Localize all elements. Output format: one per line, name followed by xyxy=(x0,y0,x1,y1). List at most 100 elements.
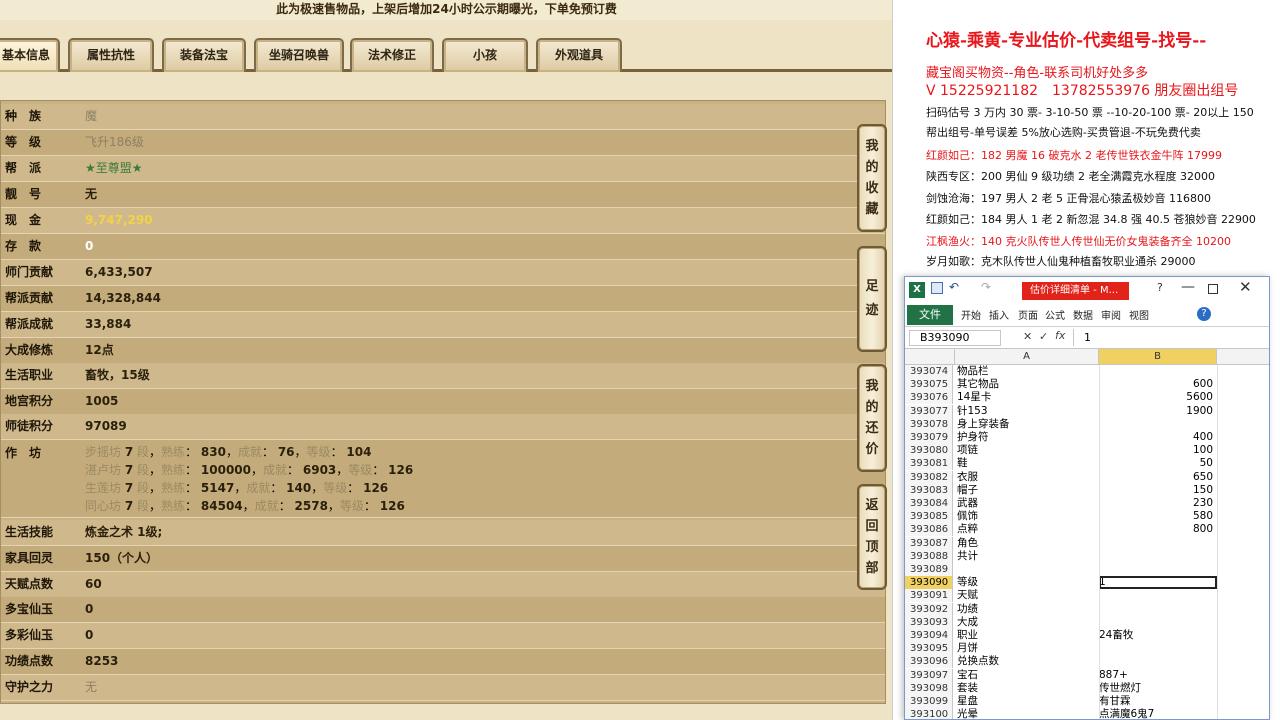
cell-a[interactable]: 宝石 xyxy=(955,669,1099,682)
row-number[interactable]: 393090 xyxy=(905,576,953,590)
cell-a[interactable]: 角色 xyxy=(955,537,1099,550)
column-header-a[interactable]: A xyxy=(955,349,1099,364)
ribbon-tab-data[interactable]: 数据 xyxy=(1073,307,1093,322)
cell-a[interactable]: 功绩 xyxy=(955,603,1099,616)
ribbon-tab-page[interactable]: 页面 xyxy=(1018,307,1038,322)
cell-a[interactable]: 星盘 xyxy=(955,695,1099,708)
row-number[interactable]: 393078 xyxy=(905,417,953,431)
tab-child[interactable]: 小孩 xyxy=(442,38,528,72)
row-number[interactable]: 393074 xyxy=(905,365,953,378)
footprint-button[interactable]: 足迹 xyxy=(857,246,887,352)
my-offer-button[interactable]: 我的还价 xyxy=(857,364,887,472)
cell-a[interactable]: 项链 xyxy=(955,444,1099,457)
cell-b[interactable]: 24畜牧 xyxy=(1099,629,1217,642)
row-number[interactable]: 393085 xyxy=(905,510,953,524)
cell-a[interactable]: 天赋 xyxy=(955,589,1099,602)
function-icon[interactable]: fx xyxy=(1055,329,1065,342)
page-scrollbar[interactable] xyxy=(892,0,893,720)
tab-mounts[interactable]: 坐骑召唤兽 xyxy=(254,38,344,72)
cell-a[interactable]: 护身符 xyxy=(955,431,1099,444)
tab-appearance[interactable]: 外观道具 xyxy=(536,38,622,72)
row-number[interactable]: 393081 xyxy=(905,457,953,471)
file-tab[interactable]: 文件 xyxy=(907,305,953,325)
row-number[interactable]: 393083 xyxy=(905,483,953,497)
row-number[interactable]: 393086 xyxy=(905,523,953,537)
tab-equipment[interactable]: 装备法宝 xyxy=(162,38,246,72)
undo-icon[interactable]: ↶ xyxy=(949,280,959,294)
row-number[interactable]: 393091 xyxy=(905,589,953,603)
row-number[interactable]: 393095 xyxy=(905,642,953,656)
select-all-corner[interactable] xyxy=(905,349,955,364)
ribbon-tab-insert[interactable]: 插入 xyxy=(989,307,1009,322)
row-number[interactable]: 393077 xyxy=(905,404,953,418)
row-number[interactable]: 393079 xyxy=(905,431,953,444)
row-number[interactable]: 393096 xyxy=(905,655,953,669)
cell-a[interactable]: 等级 xyxy=(955,576,1099,589)
column-header-b[interactable]: B xyxy=(1099,349,1217,364)
cell-a[interactable]: 佩饰 xyxy=(955,510,1099,523)
back-to-top-button[interactable]: 返回顶部 xyxy=(857,484,887,590)
cell-a[interactable]: 衣服 xyxy=(955,471,1099,484)
help-circle-icon[interactable]: ? xyxy=(1197,307,1211,321)
cell-a[interactable]: 针153 xyxy=(955,405,1099,418)
cell-a[interactable]: 职业 xyxy=(955,629,1099,642)
cell-b[interactable]: 5600 xyxy=(1099,391,1217,404)
row-number[interactable]: 393084 xyxy=(905,497,953,510)
name-box[interactable]: B393090 xyxy=(909,330,1001,346)
cell-a[interactable]: 14星卡 xyxy=(955,391,1099,404)
cell-a[interactable]: 兑换点数 xyxy=(955,655,1099,668)
row-number[interactable]: 393093 xyxy=(905,615,953,629)
row-number[interactable]: 393087 xyxy=(905,536,953,550)
row-number[interactable]: 393089 xyxy=(905,563,953,576)
maximize-icon[interactable] xyxy=(1208,284,1218,294)
row-number[interactable]: 393100 xyxy=(905,708,953,719)
ribbon-tab-home[interactable]: 开始 xyxy=(961,307,981,322)
cell-b[interactable]: 1900 xyxy=(1099,405,1217,418)
cell-b[interactable]: 传世燃灯 xyxy=(1099,682,1217,695)
cell-a[interactable]: 鞋 xyxy=(955,457,1099,470)
redo-icon[interactable]: ↷ xyxy=(981,280,991,294)
cell-b[interactable]: 887+ xyxy=(1099,669,1217,682)
row-number[interactable]: 393082 xyxy=(905,470,953,484)
help-icon[interactable]: ? xyxy=(1157,281,1163,294)
ribbon-tab-review[interactable]: 审阅 xyxy=(1101,307,1121,322)
row-number[interactable]: 393080 xyxy=(905,444,953,458)
cell-b[interactable]: 580 xyxy=(1099,510,1217,523)
cell-b[interactable]: 50 xyxy=(1099,457,1217,470)
row-number[interactable]: 393099 xyxy=(905,695,953,708)
cell-a[interactable]: 武器 xyxy=(955,497,1099,510)
row-number[interactable]: 393076 xyxy=(905,391,953,405)
minimize-icon[interactable]: — xyxy=(1181,279,1195,295)
cell-b[interactable]: 点满魔6鬼7 xyxy=(1099,708,1217,719)
row-number[interactable]: 393092 xyxy=(905,602,953,616)
cell-b[interactable]: 230 xyxy=(1099,497,1217,510)
cell-b[interactable]: 150 xyxy=(1099,484,1217,497)
cell-a[interactable]: 身上穿装备 xyxy=(955,418,1099,431)
tab-spells[interactable]: 法术修正 xyxy=(350,38,434,72)
save-icon[interactable] xyxy=(931,282,943,294)
cell-b[interactable]: 有甘霖 xyxy=(1099,695,1217,708)
cell-b[interactable]: 100 xyxy=(1099,444,1217,457)
ribbon-tab-view[interactable]: 视图 xyxy=(1129,307,1149,322)
cell-b[interactable]: 800 xyxy=(1099,523,1217,536)
close-icon[interactable]: ✕ xyxy=(1239,278,1252,296)
ribbon-tab-formulas[interactable]: 公式 xyxy=(1045,307,1065,322)
confirm-icon[interactable]: ✓ xyxy=(1039,330,1048,343)
row-number[interactable]: 393098 xyxy=(905,681,953,695)
formula-input[interactable]: 1 xyxy=(1073,329,1263,346)
row-number[interactable]: 393094 xyxy=(905,629,953,642)
cell-a[interactable]: 点粹 xyxy=(955,523,1099,536)
cell-a[interactable]: 光晕 xyxy=(955,708,1099,719)
row-number[interactable]: 393088 xyxy=(905,549,953,563)
row-number[interactable]: 393075 xyxy=(905,378,953,392)
row-number[interactable]: 393097 xyxy=(905,668,953,682)
cell-b[interactable]: 400 xyxy=(1099,431,1217,444)
favorites-button[interactable]: 我的收藏 xyxy=(857,124,887,232)
spreadsheet-grid[interactable]: 393074 物品栏 393075 其它物品 600 393076 14星卡 5600 3930… xyxy=(905,365,1269,719)
cell-a[interactable]: 帽子 xyxy=(955,484,1099,497)
cell-b[interactable]: 600 xyxy=(1099,378,1217,391)
cell-b[interactable]: 1 xyxy=(1099,576,1217,590)
cancel-icon[interactable]: ✕ xyxy=(1023,330,1032,343)
cell-a[interactable]: 大成 xyxy=(955,616,1099,629)
tab-basic-info[interactable]: 基本信息 xyxy=(0,38,60,72)
